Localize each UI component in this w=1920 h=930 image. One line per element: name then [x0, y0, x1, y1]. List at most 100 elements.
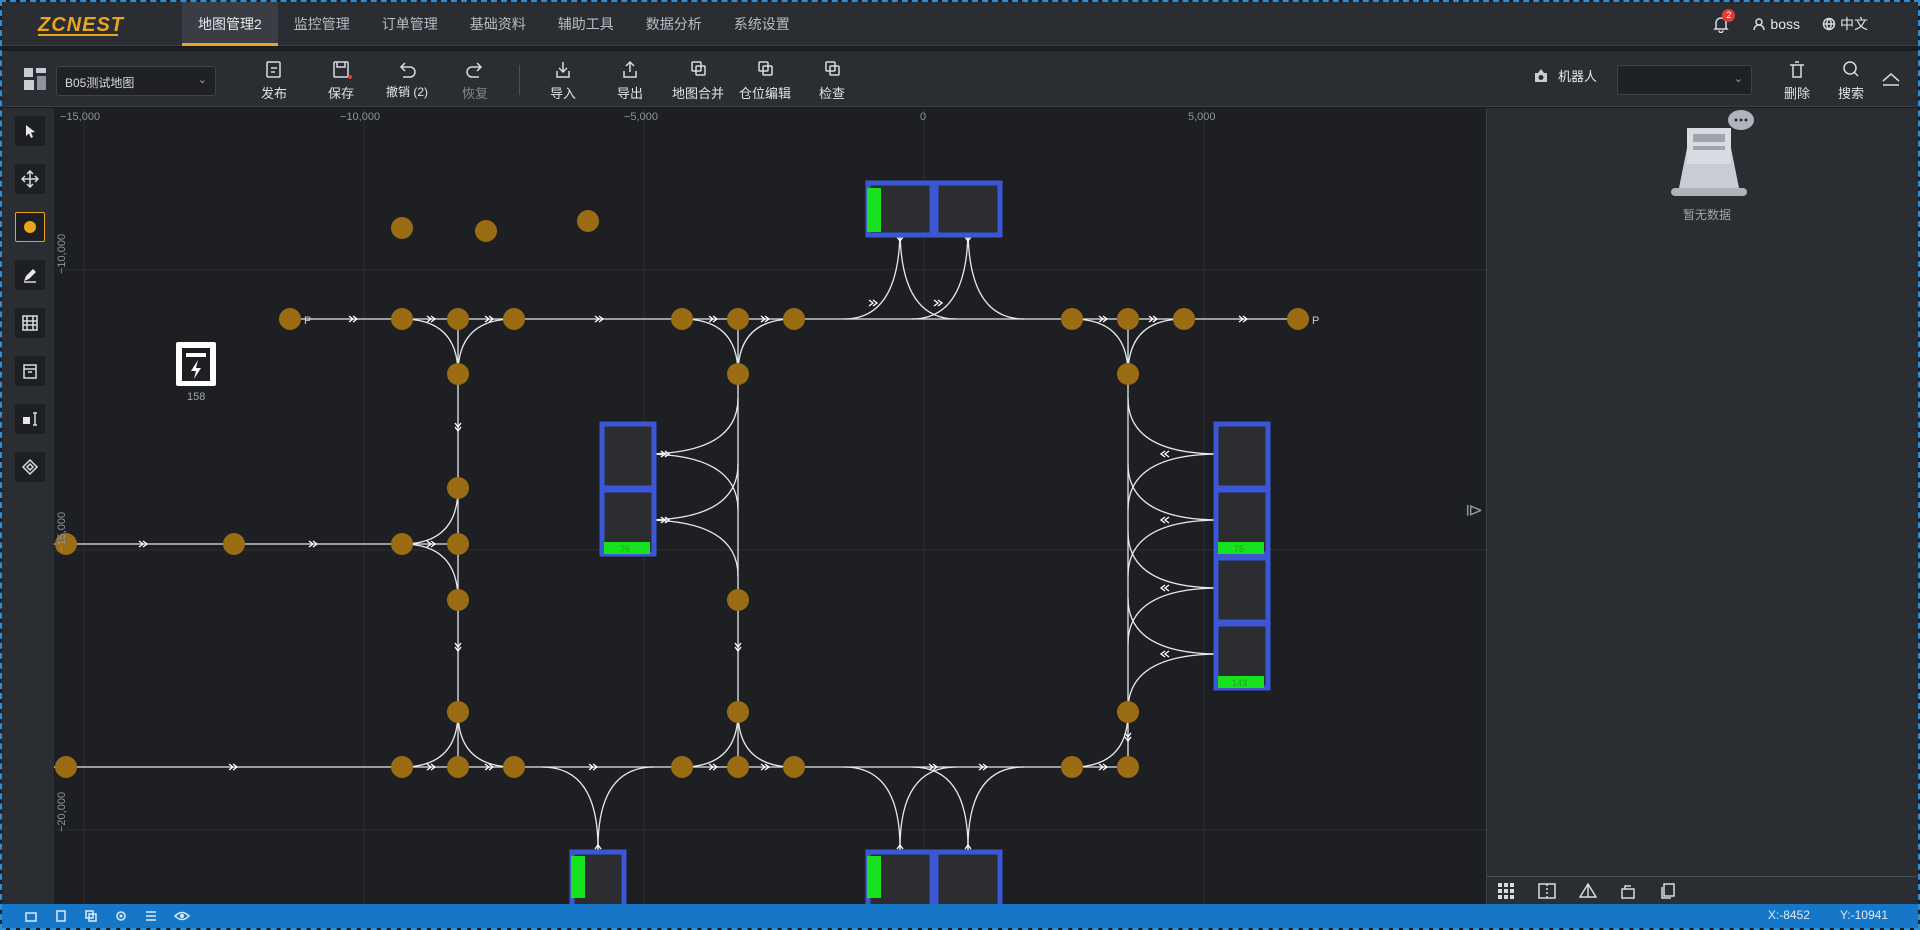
left-toolbar: [2, 108, 54, 904]
export-icon: [623, 60, 637, 78]
chevron-down-icon: ⌄: [1733, 73, 1743, 85]
slot-label-right-mid: 75: [1234, 544, 1244, 554]
list-icon[interactable]: [144, 909, 158, 923]
export-label: 导出: [616, 86, 643, 101]
storage-tool[interactable]: [15, 356, 45, 386]
document-icon[interactable]: [54, 909, 68, 923]
search-icon: [1843, 61, 1859, 77]
ruler-y-tick: −10,000: [56, 233, 68, 274]
language-switch[interactable]: 中文: [1822, 14, 1868, 34]
status-icons: [2, 909, 190, 923]
chevron-down-icon: ⌄: [197, 74, 207, 86]
user-icon: [1753, 18, 1766, 31]
map-canvas[interactable]: P P 76 75 143 158 −15,000 −10,000 −5,000…: [54, 108, 1486, 904]
ruler-y-tick: −20,000: [56, 791, 68, 832]
pen-tool[interactable]: [15, 260, 45, 290]
eye-icon[interactable]: [174, 909, 190, 923]
coord-x: X:-8452: [1767, 908, 1810, 922]
map-drawing[interactable]: P P 76 75 143 158: [54, 108, 1486, 904]
triangle-icon[interactable]: [1579, 882, 1597, 900]
globe-icon: [1822, 17, 1836, 31]
slot-edit-button[interactable]: 仓位编辑: [735, 59, 795, 102]
robot-filter: 机器人: [1532, 66, 1597, 85]
robot-icon: [1535, 68, 1547, 82]
slot-label-right-low: 143: [1232, 678, 1247, 688]
delete-button[interactable]: 删除: [1767, 59, 1827, 102]
check-button[interactable]: 检查: [802, 59, 862, 102]
undo-icon: [399, 62, 416, 78]
label-tool[interactable]: [15, 404, 45, 434]
import-label: 导入: [549, 86, 576, 101]
check-icon: [825, 61, 840, 76]
coord-y: Y:-10941: [1839, 908, 1888, 922]
language-label: 中文: [1840, 16, 1868, 32]
ruler-y-tick: −15,000: [56, 511, 68, 552]
robot-select[interactable]: ⌄: [1617, 65, 1752, 95]
notification-badge: 2: [1722, 9, 1736, 22]
collapse-up-icon[interactable]: [1880, 71, 1902, 87]
notification-button[interactable]: 2: [1712, 9, 1736, 34]
ruler-x: −15,000 −10,000 −5,000 0 5,000: [54, 108, 1486, 128]
tab-tools[interactable]: 辅助工具: [542, 2, 630, 46]
charger-id-label: 158: [187, 391, 205, 403]
map-icon: [24, 68, 46, 90]
gear-icon[interactable]: [114, 909, 128, 923]
user-menu[interactable]: boss: [1752, 16, 1800, 32]
tab-monitor[interactable]: 监控管理: [278, 2, 366, 46]
publish-icon: [266, 61, 281, 78]
map-merge-label: 地图合并: [671, 86, 724, 101]
redo-button[interactable]: 恢复: [445, 59, 505, 102]
check-label: 检查: [818, 86, 845, 101]
redo-icon: [466, 62, 483, 78]
select-tool[interactable]: [15, 116, 45, 146]
cursor-icon: [26, 125, 35, 138]
right-panel-footer: [1487, 876, 1919, 904]
point-icon: [24, 221, 36, 233]
point-tool[interactable]: [15, 212, 45, 242]
copy-icon[interactable]: [1659, 882, 1677, 900]
export-button[interactable]: 导出: [600, 59, 660, 102]
ruler-x-tick: −10,000: [340, 111, 381, 123]
undo-label: 撤销 (2): [385, 85, 428, 99]
tab-analytics[interactable]: 数据分析: [630, 2, 718, 46]
rotate-icon[interactable]: [1619, 882, 1637, 900]
area-tool[interactable]: [15, 452, 45, 482]
ruler-x-tick: −15,000: [60, 111, 101, 123]
publish-button[interactable]: 发布: [244, 59, 304, 102]
move-tool[interactable]: [15, 164, 45, 194]
ruler-x-tick: −5,000: [624, 111, 658, 123]
status-bar: X:-8452 Y:-10941: [2, 904, 1918, 928]
label-icon: [23, 412, 37, 426]
empty-data-text: 暂无数据: [1682, 208, 1731, 222]
charger-station-icon[interactable]: [176, 342, 216, 386]
pen-icon: [24, 269, 36, 283]
tab-basic-data[interactable]: 基础资料: [454, 2, 542, 46]
ruler-x-tick: 0: [920, 111, 927, 123]
layers-icon[interactable]: [84, 909, 98, 923]
shelf-icon: [22, 315, 38, 331]
redo-label: 恢复: [461, 86, 488, 101]
path-end-label-left: P: [304, 315, 311, 327]
split-view-icon[interactable]: [1537, 882, 1557, 900]
shelf-tool[interactable]: [15, 308, 45, 338]
tab-map-management[interactable]: 地图管理2: [182, 2, 278, 46]
import-button[interactable]: 导入: [533, 59, 593, 102]
merge-icon: [691, 61, 706, 76]
tab-orders[interactable]: 订单管理: [366, 2, 454, 46]
nav-tabs: 地图管理2 监控管理 订单管理 基础资料 辅助工具 数据分析 系统设置: [182, 2, 806, 46]
panel-toggle-icon[interactable]: ⧐: [1465, 500, 1485, 530]
grid-icon[interactable]: [1497, 882, 1515, 900]
map-select[interactable]: B05测试地图 ⌄: [56, 66, 216, 96]
search-button[interactable]: 搜索: [1821, 59, 1881, 102]
slot-edit-icon: [758, 61, 773, 76]
save-icon: [333, 61, 352, 79]
undo-button[interactable]: 撤销 (2): [377, 59, 437, 100]
save-button[interactable]: 保存: [311, 59, 371, 102]
tab-system-settings[interactable]: 系统设置: [718, 2, 806, 46]
toolbar-divider: [519, 65, 520, 95]
map-merge-button[interactable]: 地图合并: [668, 59, 728, 102]
save-label: 保存: [327, 86, 354, 101]
robot-status-icon[interactable]: [24, 909, 38, 923]
map-toolbar: B05测试地图 ⌄ 发布 保存 撤销 (2) 恢复 导入 导出 地图合并 仓位编…: [2, 51, 1918, 107]
trash-icon: [1790, 61, 1804, 78]
